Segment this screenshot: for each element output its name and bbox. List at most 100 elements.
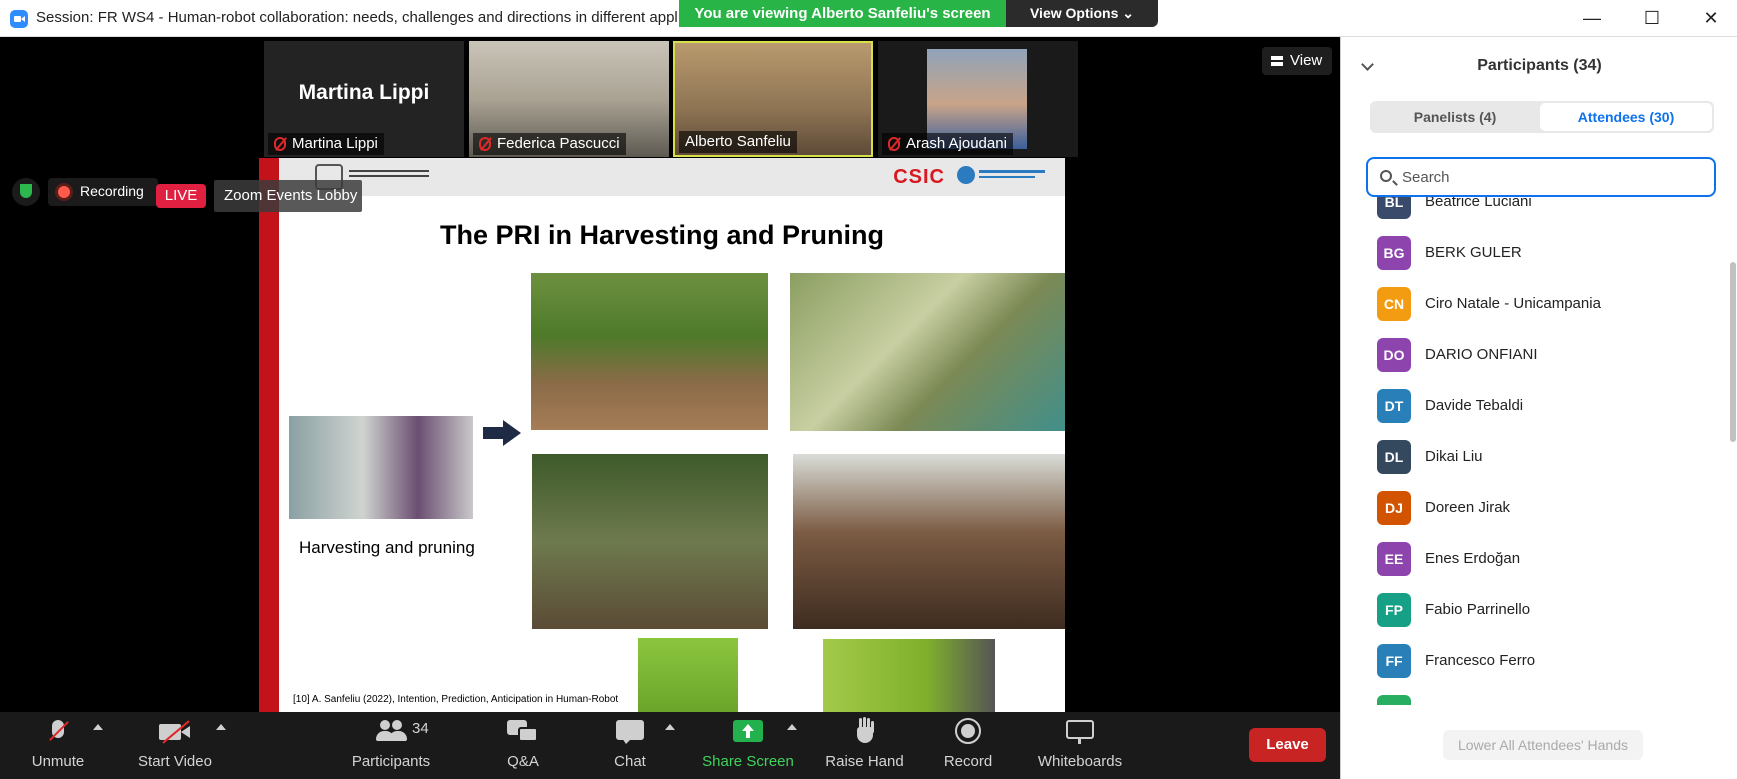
maximize-button[interactable]: ☐: [1629, 4, 1675, 32]
list-item[interactable]: FF Francesco Ferro: [1377, 644, 1717, 678]
chat-options-caret-icon[interactable]: [665, 724, 675, 730]
chat-icon: [616, 718, 644, 746]
robot-in-field-photo: [532, 454, 768, 629]
window-title: Session: FR WS4 - Human-robot collaborat…: [36, 9, 678, 26]
avatar: DJ: [1377, 491, 1411, 525]
start-video-button[interactable]: Start Video: [130, 718, 220, 776]
share-screen-button[interactable]: Share Screen: [698, 718, 798, 776]
video-thumbnail-arash[interactable]: Arash Ajoudani: [878, 41, 1078, 157]
search-input[interactable]: [1402, 165, 1702, 189]
avatar: BG: [1377, 236, 1411, 270]
viewing-screen-banner: You are viewing Alberto Sanfeliu's scree…: [679, 0, 1006, 27]
grid-view-icon: [1271, 56, 1283, 66]
tab-panelists[interactable]: Panelists (4): [1372, 103, 1538, 131]
microphone-muted-icon: [48, 718, 69, 746]
unmute-button[interactable]: Unmute: [18, 718, 98, 776]
participant-name-tag: Arash Ajoudani: [882, 133, 1013, 155]
participants-panel: Participants (34) Panelists (4) Attendee…: [1340, 37, 1737, 779]
list-item[interactable]: [1377, 695, 1717, 705]
qa-icon: [507, 718, 539, 746]
avatar: DT: [1377, 389, 1411, 423]
list-item[interactable]: BL Beatrice Luciani: [1377, 197, 1717, 219]
tab-attendees[interactable]: Attendees (30): [1540, 103, 1712, 131]
security-shield-icon[interactable]: [12, 178, 40, 206]
pruning-photo: [793, 454, 1065, 629]
panel-title: Participants (34): [1477, 57, 1602, 74]
whiteboards-button[interactable]: Whiteboards: [1030, 718, 1130, 776]
audio-options-caret-icon[interactable]: [93, 724, 103, 730]
avatar: FP: [1377, 593, 1411, 627]
list-item[interactable]: FP Fabio Parrinello: [1377, 593, 1717, 627]
minimize-button[interactable]: —: [1569, 4, 1615, 32]
avatar: FF: [1377, 644, 1411, 678]
attendee-name: BERK GULER: [1425, 244, 1522, 261]
list-item[interactable]: DT Davide Tebaldi: [1377, 389, 1717, 423]
record-icon: [955, 718, 981, 746]
iri-logo-text: [349, 170, 429, 172]
close-window-button[interactable]: ✕: [1688, 4, 1734, 32]
participants-button[interactable]: 34 Participants: [346, 718, 436, 776]
list-item[interactable]: EE Enes Erdoğan: [1377, 542, 1717, 576]
slide-reference: [10] A. Sanfeliu (2022), Intention, Pred…: [293, 694, 619, 705]
qa-button[interactable]: Q&A: [488, 718, 558, 776]
video-options-caret-icon[interactable]: [216, 724, 226, 730]
recording-indicator[interactable]: Recording: [48, 178, 158, 206]
view-options-button[interactable]: View Options ⌄: [1006, 0, 1158, 27]
upc-logo: [957, 166, 1047, 186]
vineyard-rows-photo: [531, 273, 768, 430]
video-stage: Martina Lippi Martina Lippi Federica Pas…: [0, 37, 1340, 712]
view-layout-button[interactable]: View: [1262, 47, 1332, 75]
robot-harvesting-photo: [289, 416, 473, 519]
participants-icon: 34: [376, 718, 429, 746]
title-bar: Session: FR WS4 - Human-robot collaborat…: [0, 0, 1737, 37]
video-thumbnail-martina[interactable]: Martina Lippi Martina Lippi: [264, 41, 464, 157]
list-item[interactable]: DJ Doreen Jirak: [1377, 491, 1717, 525]
video-off-icon: [159, 718, 191, 746]
attendee-name: Enes Erdoğan: [1425, 550, 1521, 567]
participant-name-tag: Martina Lippi: [268, 133, 384, 155]
search-box[interactable]: [1366, 157, 1716, 197]
raise-hand-button[interactable]: Raise Hand: [817, 718, 912, 776]
mic-muted-icon: [479, 137, 491, 151]
attendee-name: Davide Tebaldi: [1425, 397, 1524, 414]
slide-caption: Harvesting and pruning: [299, 538, 475, 557]
list-item[interactable]: CN Ciro Natale - Unicampania: [1377, 287, 1717, 321]
mic-muted-icon: [274, 137, 286, 151]
scrollbar[interactable]: [1730, 262, 1736, 442]
raise-hand-icon: [854, 718, 876, 746]
record-button[interactable]: Record: [933, 718, 1003, 776]
meeting-toolbar: Unmute Start Video 34 Participants Q&A C…: [0, 712, 1340, 779]
leave-button[interactable]: Leave: [1249, 728, 1326, 762]
whiteboard-icon: [1066, 718, 1094, 746]
robot-arm-photo: [823, 639, 995, 712]
chat-button[interactable]: Chat: [595, 718, 665, 776]
robot-green-screen-photo: [638, 638, 738, 712]
video-thumbnail-federica[interactable]: Federica Pascucci: [469, 41, 669, 157]
video-thumbnail-alberto[interactable]: Alberto Sanfeliu: [673, 41, 873, 157]
attendee-name: Doreen Jirak: [1425, 499, 1511, 516]
participants-count: 34: [412, 720, 429, 737]
avatar: BL: [1377, 197, 1411, 219]
participant-name-placeholder: Martina Lippi: [298, 81, 430, 104]
lower-all-hands-button[interactable]: Lower All Attendees' Hands: [1443, 730, 1643, 760]
list-item[interactable]: DO DARIO ONFIANI: [1377, 338, 1717, 372]
participant-tabs: Panelists (4) Attendees (30): [1370, 101, 1714, 133]
avatar: DO: [1377, 338, 1411, 372]
presentation-slide: CSIC The PRI in Harvesting and Pruning H…: [259, 158, 1065, 712]
zoom-events-lobby-button[interactable]: Zoom Events Lobby: [214, 180, 362, 212]
participant-name-tag: Alberto Sanfeliu: [679, 131, 797, 153]
list-item[interactable]: DL Dikai Liu: [1377, 440, 1717, 474]
recording-dot-icon: [58, 186, 70, 198]
grape-harvest-photo: [790, 273, 1065, 431]
slide-header: CSIC: [279, 158, 1065, 196]
attendee-name: DARIO ONFIANI: [1425, 346, 1538, 363]
list-item[interactable]: BG BERK GULER: [1377, 236, 1717, 270]
live-badge: LIVE: [156, 184, 206, 208]
shared-screen: CSIC The PRI in Harvesting and Pruning H…: [121, 158, 1221, 712]
csic-logo: CSIC: [893, 166, 945, 188]
attendee-name: Dikai Liu: [1425, 448, 1483, 465]
zoom-window: Session: FR WS4 - Human-robot collaborat…: [0, 0, 1737, 779]
share-options-caret-icon[interactable]: [787, 724, 797, 730]
avatar: [1377, 695, 1411, 705]
slide-title: The PRI in Harvesting and Pruning: [439, 220, 885, 250]
